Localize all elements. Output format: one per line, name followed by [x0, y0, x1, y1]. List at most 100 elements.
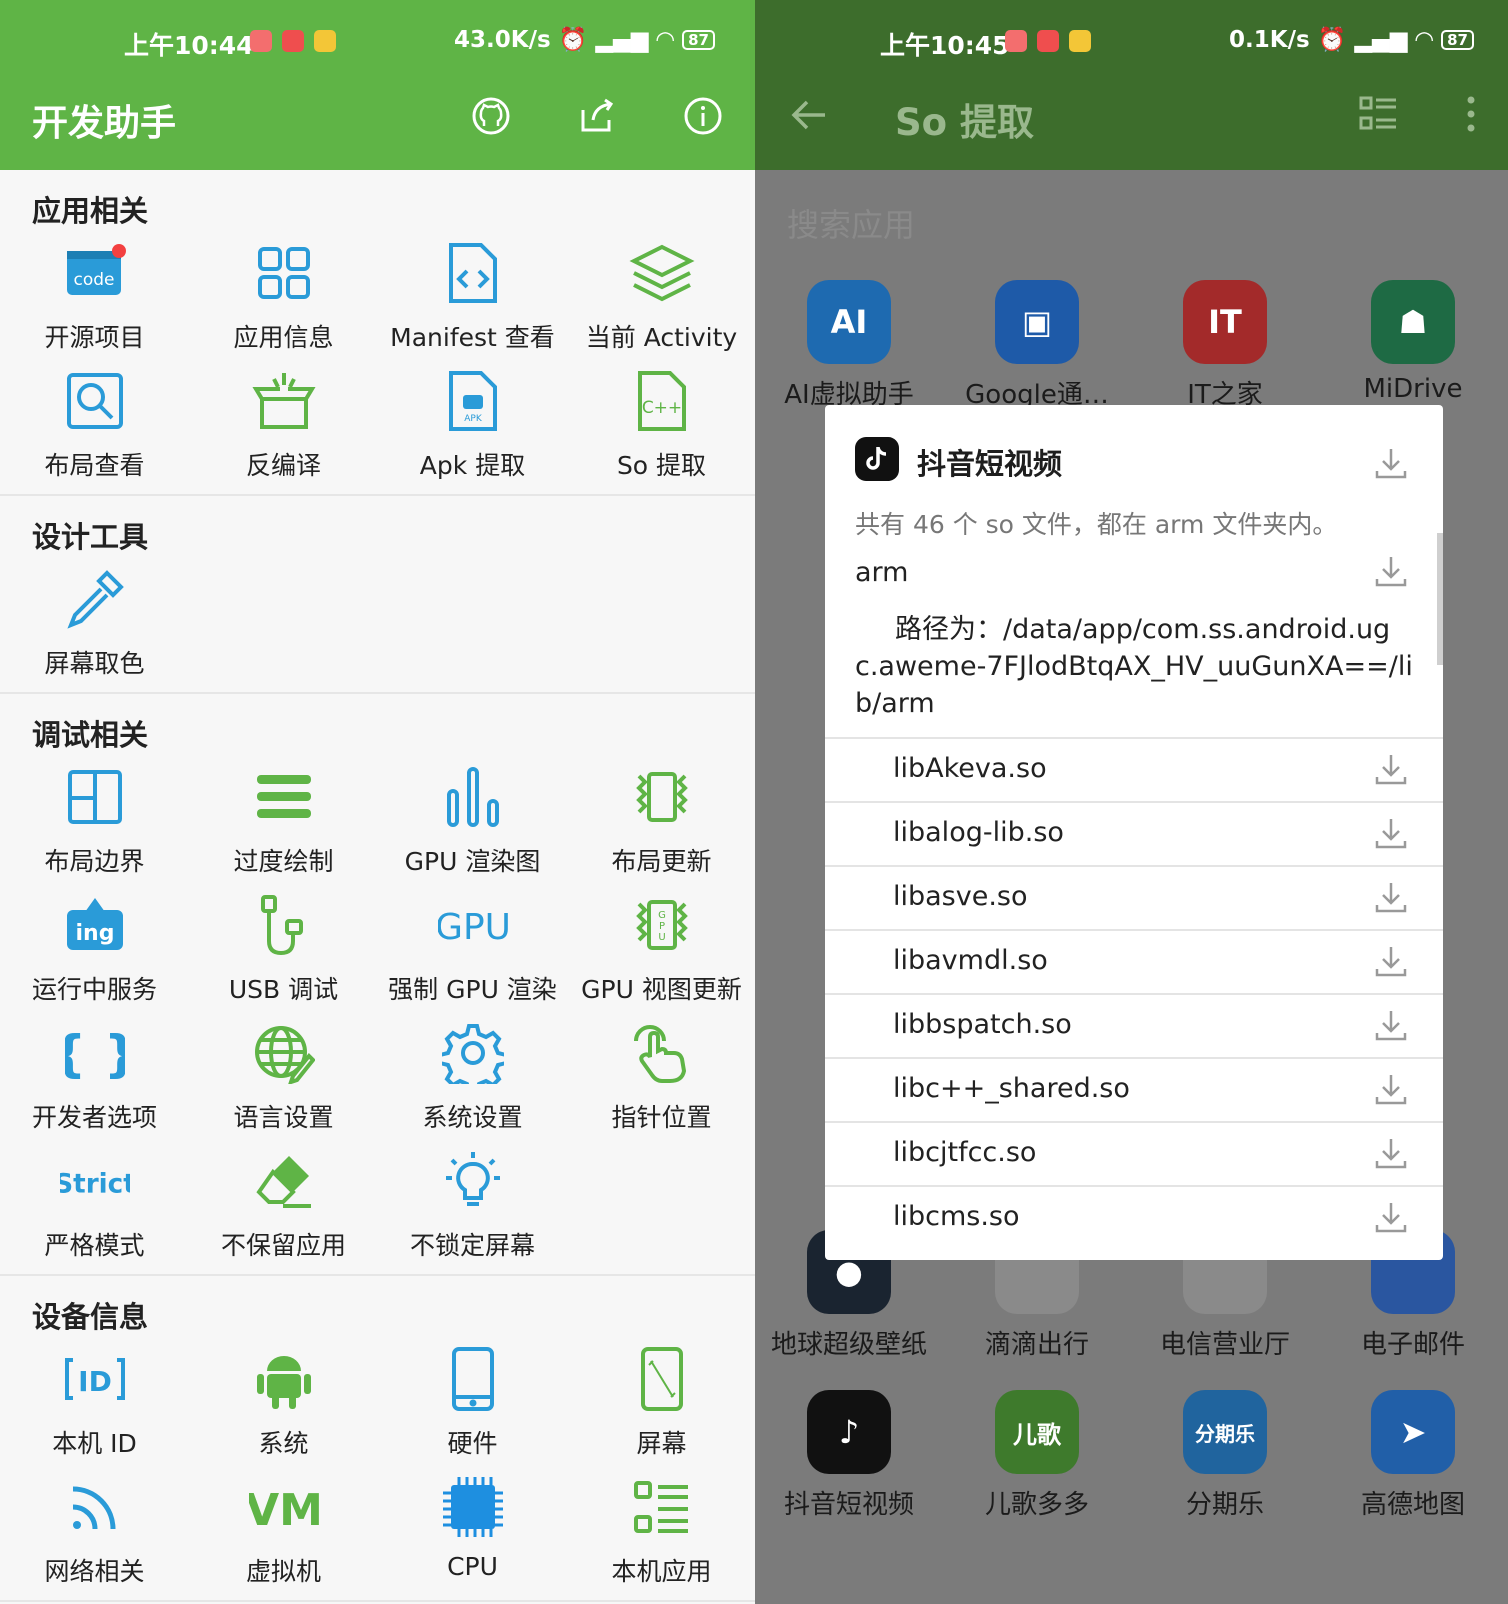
so-file-row[interactable]: libasve.so	[825, 865, 1443, 929]
download-icon[interactable]	[1373, 1071, 1409, 1107]
tile-apk-extract[interactable]: APK Apk 提取	[378, 358, 567, 486]
app-label: 抖音短视频	[783, 1490, 914, 1520]
tile-system-settings[interactable]: 系统设置	[378, 1010, 567, 1138]
amap-icon: ➤	[1371, 1390, 1455, 1474]
tile-stay-awake[interactable]: 不锁定屏幕	[378, 1138, 567, 1266]
back-arrow-icon[interactable]	[791, 96, 829, 134]
tile-label: Apk 提取	[419, 451, 526, 480]
tile-decompile[interactable]: 反编译	[189, 358, 378, 486]
tile-gpu-render[interactable]: GPU 渲染图	[378, 754, 567, 882]
so-file-name: libcms.so	[893, 1201, 1020, 1232]
share-icon[interactable]	[577, 96, 617, 136]
app-item[interactable]: ▣ Google通…	[943, 266, 1131, 426]
status-right: 0.1K/s ⏰ ▂▄▆ ◠ 87	[1229, 26, 1474, 53]
so-file-row[interactable]: libavmdl.so	[825, 929, 1443, 993]
so-file-row[interactable]: libc++_shared.so	[825, 1057, 1443, 1121]
scrollbar[interactable]	[1437, 533, 1443, 665]
tile-strict-mode[interactable]: Strict 严格模式	[0, 1138, 189, 1266]
tile-label: 运行中服务	[31, 975, 157, 1004]
tile-screen[interactable]: 屏幕	[567, 1336, 755, 1464]
app-item[interactable]: ♪ 抖音短视频	[755, 1376, 943, 1536]
tile-layout-update[interactable]: 布局更新	[567, 754, 755, 882]
app-item[interactable]: 儿歌 儿歌多多	[943, 1376, 1131, 1536]
tile-network[interactable]: 网络相关	[0, 1464, 189, 1592]
tile-device-id[interactable]: ID 本机 ID	[0, 1336, 189, 1464]
so-file-name: libbspatch.so	[893, 1009, 1072, 1040]
app-item[interactable]: ➤ 高德地图	[1319, 1376, 1507, 1536]
tile-usb-debug[interactable]: USB 调试	[189, 882, 378, 1010]
app-label: 电子邮件	[1360, 1330, 1465, 1360]
so-file-row[interactable]: libcjtfcc.so	[825, 1121, 1443, 1185]
tile-developer-options[interactable]: { } 开发者选项	[0, 1010, 189, 1138]
app-item[interactable]: 分期乐 分期乐	[1131, 1376, 1319, 1536]
tile-manifest[interactable]: Manifest 查看	[378, 230, 567, 358]
app-info-icon	[257, 247, 310, 299]
tile-current-activity[interactable]: 当前 Activity	[567, 230, 755, 358]
app-bar: So 提取	[755, 62, 1508, 170]
tile-gpu-view-update[interactable]: GPU GPU 视图更新	[567, 882, 755, 1010]
folder-path: 路径为：/data/app/com.ss.android.ugc.aweme-7…	[855, 614, 1413, 719]
fenqile-icon: 分期乐	[1183, 1390, 1267, 1474]
dialog-title: 抖音短视频	[917, 447, 1063, 481]
so-file-list: libAkeva.so libalog-lib.so libasve.so li…	[825, 737, 1443, 1249]
section-title: 调试相关	[32, 718, 149, 752]
download-folder-icon[interactable]	[1373, 553, 1409, 589]
tile-installed-apps[interactable]: 本机应用	[567, 1464, 755, 1592]
download-icon[interactable]	[1373, 1199, 1409, 1235]
so-file-name: libc++_shared.so	[893, 1073, 1130, 1104]
download-all-icon[interactable]	[1373, 445, 1409, 481]
so-file-row[interactable]: libAkeva.so	[825, 737, 1443, 801]
tile-system[interactable]: 系统	[189, 1336, 378, 1464]
search-input[interactable]: 搜索应用	[755, 170, 1508, 266]
tile-open-source[interactable]: code 开源项目	[0, 230, 189, 358]
app-item[interactable]: AI AI虚拟助手	[755, 266, 943, 426]
tile-language[interactable]: 语言设置	[189, 1010, 378, 1138]
app-label: MiDrive	[1363, 374, 1463, 404]
tile-label: Manifest 查看	[390, 323, 555, 352]
tile-layout-inspect[interactable]: 布局查看	[0, 358, 189, 486]
tile-hardware[interactable]: 硬件	[378, 1336, 567, 1464]
app-label: 高德地图	[1360, 1490, 1465, 1520]
so-file-row[interactable]: libalog-lib.so	[825, 801, 1443, 865]
so-file-row[interactable]: libcms.so	[825, 1185, 1443, 1249]
section-app: 应用相关 code 开源项目 应用信息 Manifest 查看 当前 Activ…	[0, 170, 755, 496]
svg-text:P: P	[658, 921, 664, 932]
tile-layout-bounds[interactable]: 布局边界	[0, 754, 189, 882]
app-item[interactable]: ☗ MiDrive	[1319, 266, 1507, 426]
tile-vm[interactable]: VM 虚拟机	[189, 1464, 378, 1592]
status-bar: 上午10:45 0.1K/s ⏰ ▂▄▆ ◠ 87	[755, 0, 1508, 62]
tile-overdraw[interactable]: 过度绘制	[189, 754, 378, 882]
tile-cpu[interactable]: CPU	[378, 1464, 567, 1592]
info-icon[interactable]	[683, 96, 723, 136]
tile-dont-keep-apps[interactable]: 不保留应用	[189, 1138, 378, 1266]
list-view-icon[interactable]	[1358, 94, 1398, 134]
tile-label: 指针位置	[611, 1103, 712, 1132]
more-vert-icon[interactable]	[1464, 94, 1478, 134]
download-icon[interactable]	[1373, 943, 1409, 979]
github-icon[interactable]	[471, 96, 511, 136]
download-icon[interactable]	[1373, 751, 1409, 787]
wifi-icon: ◠	[1415, 26, 1434, 53]
app-grid-top: AI AI虚拟助手 ▣ Google通… IT IT之家 ☗ MiDrive	[755, 266, 1508, 426]
tile-app-info[interactable]: 应用信息	[189, 230, 378, 358]
download-icon[interactable]	[1373, 1135, 1409, 1171]
notification-icons	[1005, 30, 1091, 52]
download-icon[interactable]	[1373, 879, 1409, 915]
svg-text:GPU: GPU	[438, 907, 508, 948]
tile-so-extract[interactable]: C++ So 提取	[567, 358, 755, 486]
tile-color-picker[interactable]: 屏幕取色	[0, 556, 189, 684]
layers-icon	[629, 244, 694, 302]
pointer-touch-icon	[633, 1025, 686, 1083]
contacts-icon: ▣	[995, 280, 1079, 364]
download-icon[interactable]	[1373, 815, 1409, 851]
tile-force-gpu[interactable]: GPU 强制 GPU 渲染	[378, 882, 567, 1010]
so-file-row[interactable]: libbspatch.so	[825, 993, 1443, 1057]
tile-label: 应用信息	[233, 323, 334, 352]
app-item[interactable]: IT IT之家	[1131, 266, 1319, 426]
tile-running-services[interactable]: ing 运行中服务	[0, 882, 189, 1010]
phone-icon	[451, 1347, 494, 1411]
tile-pointer-location[interactable]: 指针位置	[567, 1010, 755, 1138]
braces-icon: { }	[65, 1025, 125, 1083]
status-time: 上午10:45	[880, 31, 1010, 60]
download-icon[interactable]	[1373, 1007, 1409, 1043]
